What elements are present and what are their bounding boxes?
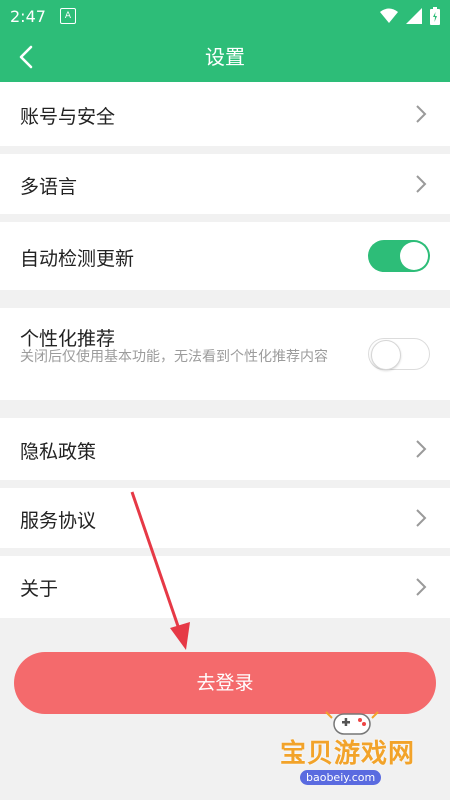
chevron-right-icon (416, 509, 427, 527)
status-icons (380, 7, 440, 25)
setting-label: 隐私政策 (20, 441, 97, 463)
page-title: 设置 (205, 45, 245, 69)
setting-label: 个性化推荐 (20, 328, 116, 350)
setting-label: 账号与安全 (20, 106, 116, 128)
watermark-url: baobeiy.com (300, 770, 382, 785)
setting-label: 多语言 (20, 176, 78, 198)
title-bar: 设置 (0, 32, 450, 82)
toggle-knob (400, 242, 428, 270)
wifi-icon (380, 8, 398, 23)
chevron-right-icon (416, 105, 427, 123)
setting-privacy-policy[interactable]: 隐私政策 (0, 418, 450, 480)
setting-auto-update: 自动检测更新 (0, 222, 450, 290)
watermark-brand: 宝贝游戏网 (280, 739, 416, 769)
setting-account-security[interactable]: 账号与安全 (0, 82, 450, 146)
login-button[interactable]: 去登录 (14, 652, 436, 714)
setting-about[interactable]: 关于 (0, 556, 450, 618)
setting-description: 关闭后仅使用基本功能，无法看到个性化推荐内容 (20, 349, 328, 365)
personalized-toggle[interactable] (368, 338, 430, 370)
status-bar: 2:47 A (0, 0, 450, 32)
notification-icon: A (59, 8, 76, 24)
battery-icon (430, 7, 440, 25)
setting-label: 服务协议 (20, 510, 97, 532)
toggle-knob (371, 340, 401, 370)
chevron-right-icon (416, 175, 427, 193)
signal-icon (406, 8, 422, 24)
setting-multi-language[interactable]: 多语言 (0, 154, 450, 214)
setting-label: 关于 (20, 578, 59, 600)
status-time: 2:47 (10, 6, 46, 26)
setting-service-agreement[interactable]: 服务协议 (0, 488, 450, 548)
setting-personalized: 个性化推荐 关闭后仅使用基本功能，无法看到个性化推荐内容 (0, 308, 450, 400)
setting-label: 自动检测更新 (20, 248, 135, 270)
chevron-right-icon (416, 578, 427, 596)
watermark: 宝贝游戏网 baobeiy.com (270, 708, 445, 800)
chevron-right-icon (416, 440, 427, 458)
auto-update-toggle[interactable] (368, 240, 430, 272)
